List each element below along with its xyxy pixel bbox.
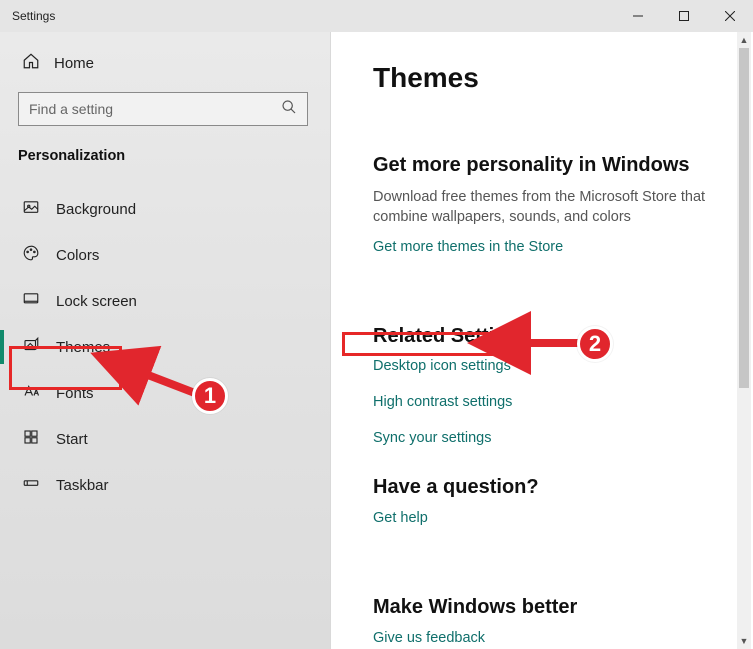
- high-contrast-link[interactable]: High contrast settings: [373, 394, 753, 410]
- scroll-up-icon[interactable]: ▲: [737, 32, 751, 48]
- get-help-link[interactable]: Get help: [373, 510, 428, 526]
- sync-settings-link[interactable]: Sync your settings: [373, 430, 753, 446]
- maximize-button[interactable]: [661, 0, 707, 32]
- window-title: Settings: [0, 9, 55, 23]
- sidebar-item-label: Themes: [56, 339, 110, 356]
- fonts-icon: [22, 382, 40, 404]
- search-field[interactable]: [29, 101, 281, 117]
- desktop-icon-settings-link[interactable]: Desktop icon settings: [373, 358, 753, 374]
- minimize-button[interactable]: [615, 0, 661, 32]
- store-themes-link[interactable]: Get more themes in the Store: [373, 239, 563, 255]
- better-heading: Make Windows better: [373, 596, 753, 619]
- personality-desc: Download free themes from the Microsoft …: [373, 187, 713, 228]
- sidebar-item-fonts[interactable]: Fonts: [0, 370, 330, 416]
- sidebar-item-label: Lock screen: [56, 293, 137, 310]
- personality-heading: Get more personality in Windows: [373, 154, 753, 177]
- search-input[interactable]: [18, 92, 308, 126]
- better-section: Make Windows better Give us feedback: [373, 596, 753, 649]
- palette-icon: [22, 244, 40, 266]
- sidebar-item-themes[interactable]: Themes: [0, 324, 330, 370]
- home-nav[interactable]: Home: [0, 46, 330, 80]
- related-section: Related Settings Desktop icon settings H…: [373, 325, 753, 446]
- sidebar-item-label: Colors: [56, 247, 99, 264]
- sidebar-item-label: Taskbar: [56, 477, 109, 494]
- taskbar-icon: [22, 474, 40, 496]
- scrollbar-thumb[interactable]: [739, 48, 749, 388]
- sidebar-item-label: Start: [56, 431, 88, 448]
- sidebar-item-lock-screen[interactable]: Lock screen: [0, 278, 330, 324]
- close-button[interactable]: [707, 0, 753, 32]
- home-label: Home: [54, 55, 94, 72]
- scroll-down-icon[interactable]: ▼: [737, 633, 751, 649]
- main-content: Themes Get more personality in Windows D…: [330, 32, 753, 649]
- question-section: Have a question? Get help: [373, 476, 753, 566]
- search-icon: [281, 99, 297, 120]
- sidebar-item-colors[interactable]: Colors: [0, 232, 330, 278]
- sidebar-item-label: Fonts: [56, 385, 94, 402]
- sidebar-item-taskbar[interactable]: Taskbar: [0, 462, 330, 508]
- personality-section: Get more personality in Windows Download…: [373, 154, 753, 295]
- related-heading: Related Settings: [373, 325, 753, 348]
- sidebar-nav: Background Colors Lock screen Themes Fon…: [0, 186, 330, 508]
- sidebar: Home Personalization Background Colors: [0, 32, 330, 649]
- themes-icon: [22, 336, 40, 358]
- sidebar-item-label: Background: [56, 201, 136, 218]
- sidebar-item-start[interactable]: Start: [0, 416, 330, 462]
- picture-icon: [22, 198, 40, 220]
- scrollbar[interactable]: ▲ ▼: [737, 32, 751, 649]
- start-icon: [22, 428, 40, 450]
- feedback-link[interactable]: Give us feedback: [373, 630, 485, 646]
- sidebar-section-label: Personalization: [0, 138, 330, 170]
- page-title: Themes: [373, 62, 753, 94]
- home-icon: [22, 52, 40, 74]
- sidebar-item-background[interactable]: Background: [0, 186, 330, 232]
- titlebar: Settings: [0, 0, 753, 32]
- lock-screen-icon: [22, 290, 40, 312]
- question-heading: Have a question?: [373, 476, 753, 499]
